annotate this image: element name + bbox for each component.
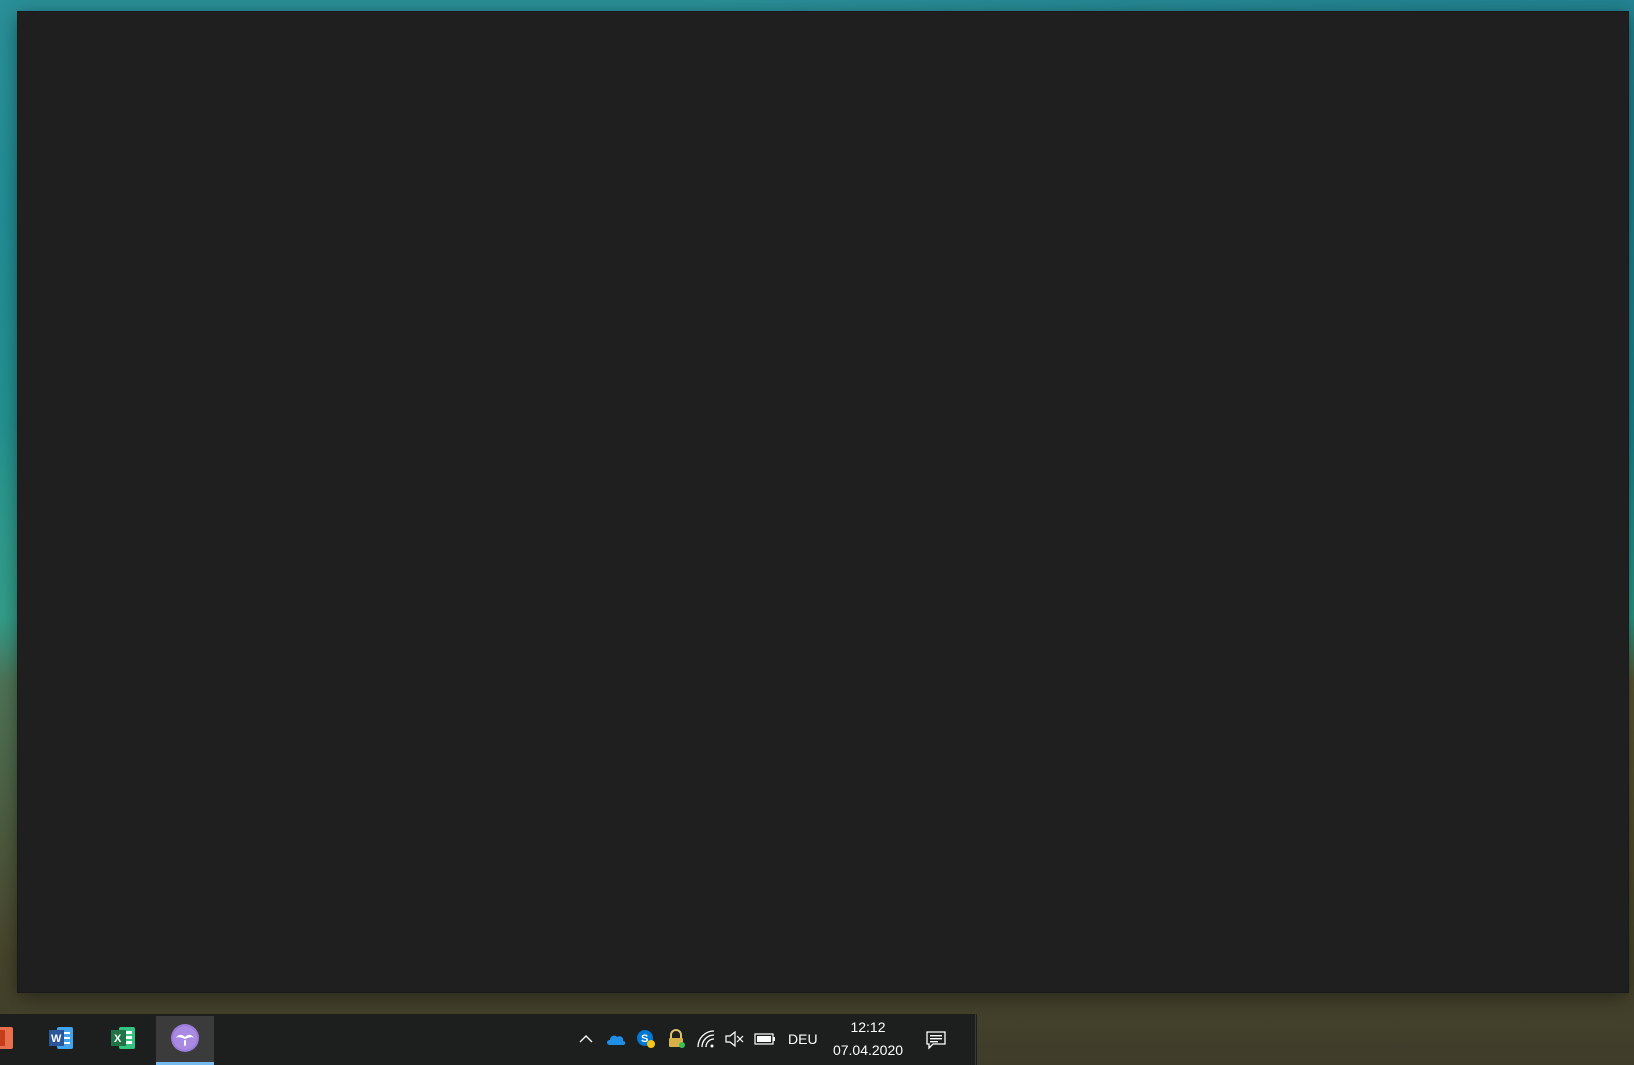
svg-text:W: W	[51, 1033, 62, 1045]
taskbar-app-excel[interactable]: X	[94, 1016, 152, 1065]
word-icon: W	[47, 1025, 75, 1056]
show-desktop-divider[interactable]	[975, 1014, 976, 1065]
onedrive-icon[interactable]	[605, 1028, 627, 1050]
taskbar-app-powerpoint[interactable]: P	[0, 1016, 30, 1065]
skype-icon[interactable]: S	[635, 1028, 657, 1050]
chevron-up-icon[interactable]	[575, 1028, 597, 1050]
app-window[interactable]	[18, 12, 1628, 992]
clock-date: 07.04.2020	[832, 1042, 904, 1058]
powerpoint-icon: P	[0, 1025, 15, 1056]
volume-muted-icon[interactable]	[723, 1028, 745, 1050]
vpn-lock-icon[interactable]	[665, 1028, 687, 1050]
clock[interactable]: 12:12 07.04.2020	[828, 1019, 908, 1061]
excel-icon: X	[109, 1025, 137, 1056]
svg-text:X: X	[114, 1033, 122, 1045]
clock-time: 12:12	[850, 1019, 886, 1035]
taskbar-app-active[interactable]	[156, 1016, 214, 1065]
battery-icon[interactable]	[754, 1028, 776, 1050]
wifi-icon[interactable]	[695, 1028, 717, 1050]
language-indicator[interactable]: DEU	[788, 1031, 818, 1047]
taskbar-app-word[interactable]: W	[32, 1016, 90, 1065]
mustache-app-icon	[170, 1023, 200, 1058]
notifications-icon[interactable]	[925, 1029, 947, 1051]
